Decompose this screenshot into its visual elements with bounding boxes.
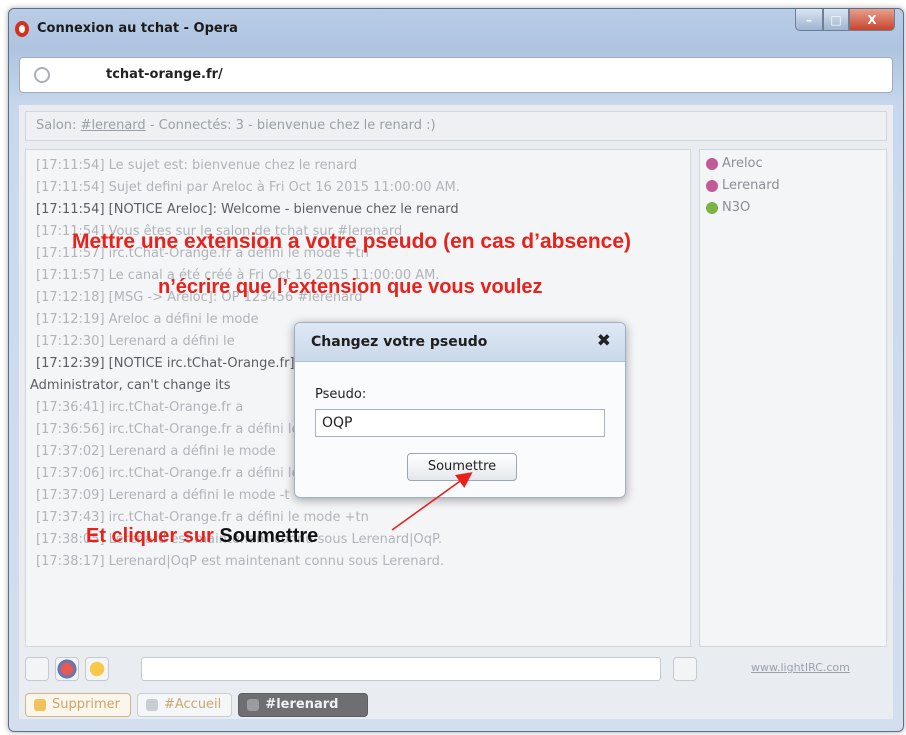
annotation-arrow bbox=[391, 472, 473, 531]
